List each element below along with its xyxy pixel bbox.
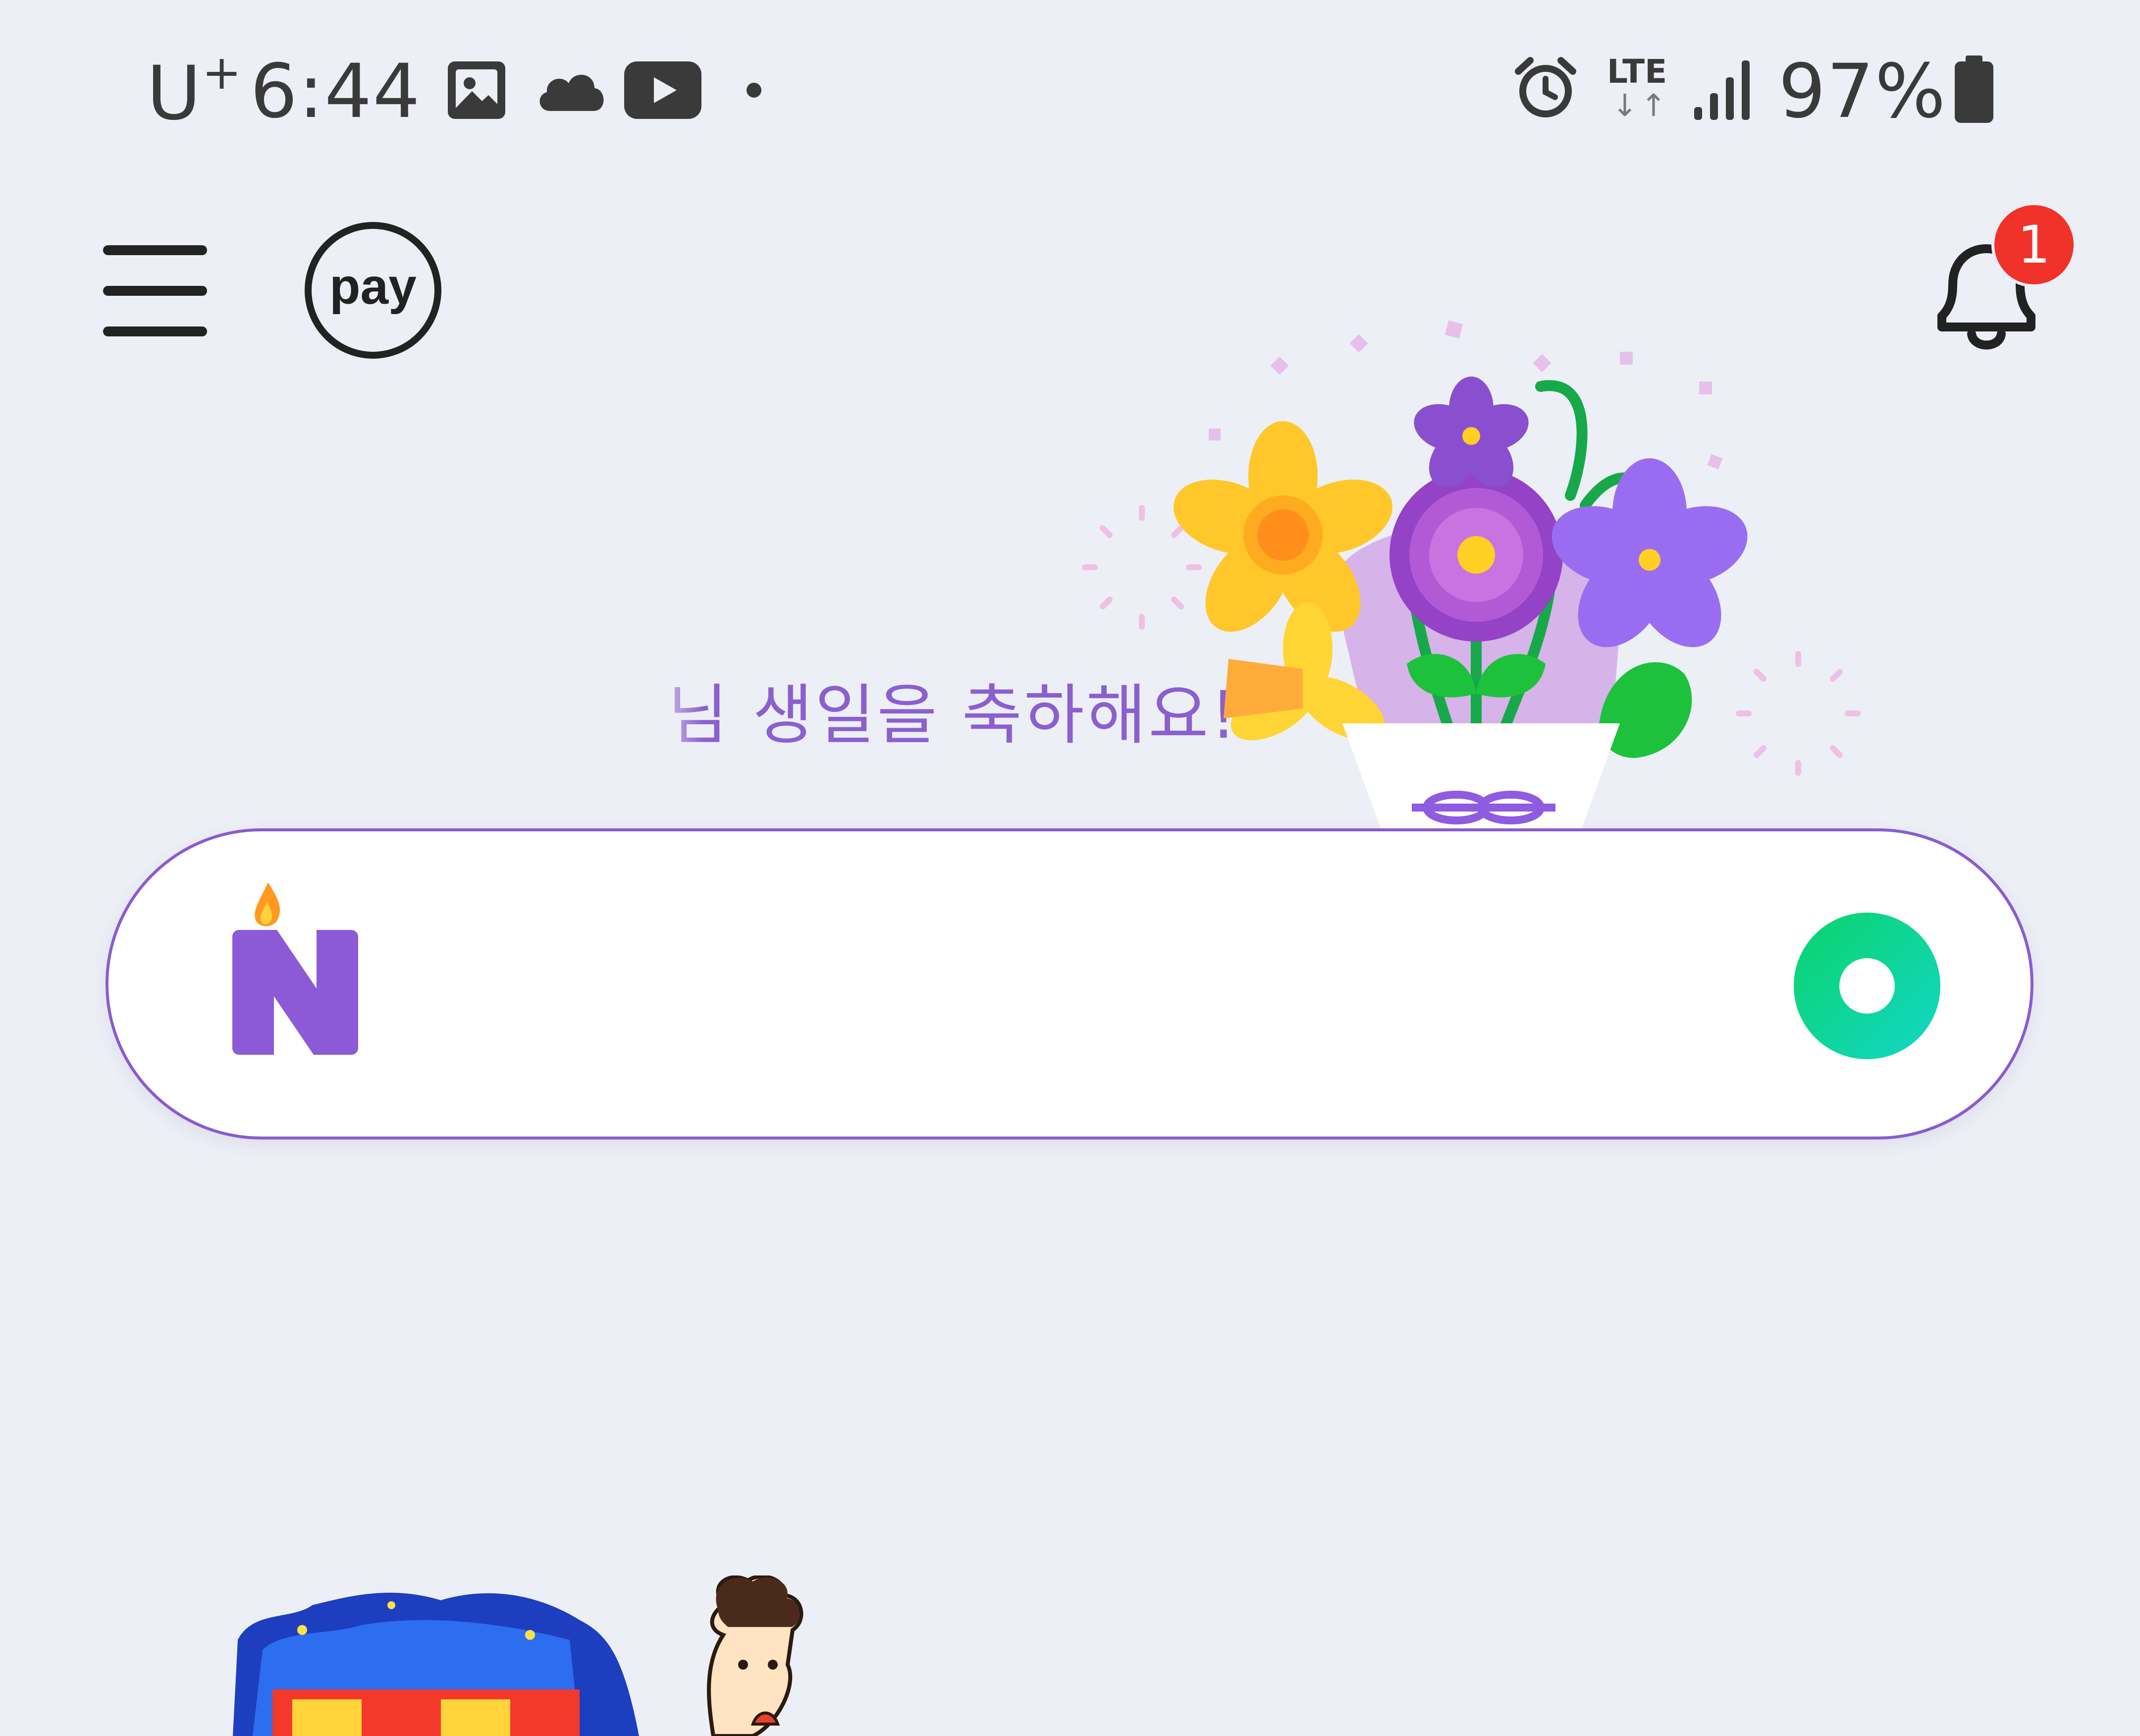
status-time: 6:44	[250, 49, 421, 135]
notification-badge: 1	[1991, 202, 2077, 287]
status-bar: U+ 6:44 LTE ↓↑ 97%	[0, 0, 2140, 178]
menu-line	[103, 286, 207, 296]
lte-icon: LTE	[1607, 53, 1667, 91]
battery-percent: 97%	[1778, 49, 1947, 135]
signal-icon	[1694, 60, 1750, 120]
pay-button[interactable]: pay	[305, 222, 441, 359]
cloud-icon	[539, 74, 604, 111]
naver-birthday-logo-icon	[232, 882, 358, 1055]
battery-icon	[1955, 55, 1993, 123]
menu-button[interactable]	[103, 245, 207, 336]
carrier-label: U+	[147, 46, 243, 137]
search-bar[interactable]	[106, 828, 2033, 1139]
menu-line	[103, 245, 207, 255]
gallery-icon	[448, 61, 505, 119]
alarm-icon	[1515, 57, 1576, 117]
search-button-icon[interactable]	[1793, 912, 1941, 1060]
greeting-fade	[495, 669, 703, 768]
promo-banner-illustration[interactable]	[233, 1575, 877, 1736]
data-arrows-icon: ↓↑	[1612, 87, 1669, 123]
flower-bouquet-illustration	[1082, 320, 1861, 832]
search-input[interactable]	[406, 930, 1795, 1040]
youtube-icon	[624, 61, 701, 119]
dot-icon	[747, 83, 761, 98]
pay-label: pay	[329, 258, 417, 315]
menu-line	[103, 326, 207, 336]
